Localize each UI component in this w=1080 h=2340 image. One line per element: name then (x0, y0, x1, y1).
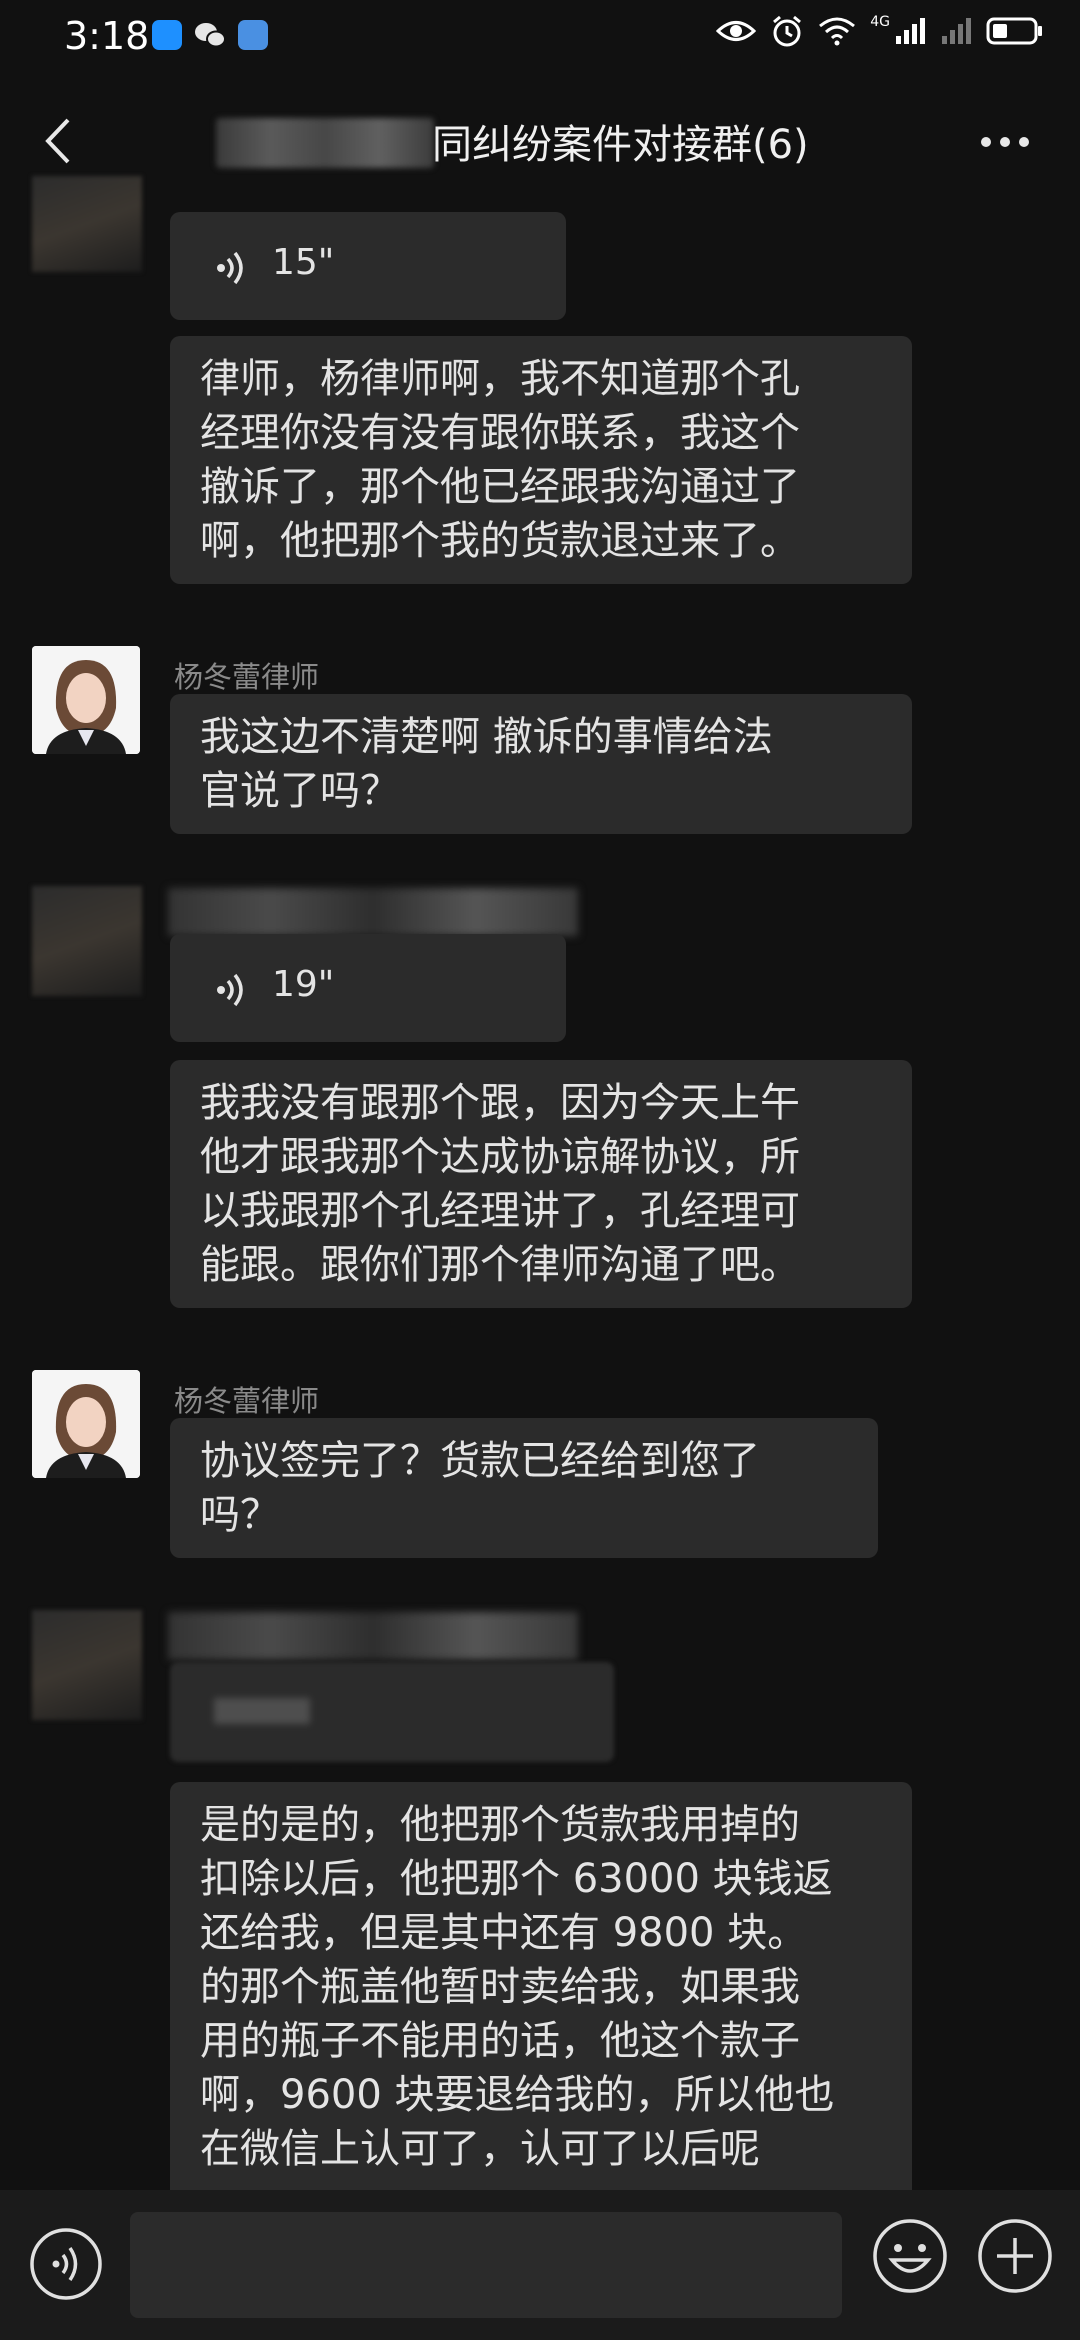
network-type: 4G (870, 14, 890, 30)
sender-name: 杨冬蕾律师 (174, 1384, 320, 1418)
redacted-sender-name (168, 1612, 578, 1660)
eye-icon (716, 21, 757, 41)
voice-message[interactable]: 19" (170, 934, 566, 1042)
emoji-icon[interactable] (870, 2216, 950, 2296)
message-line: 啊，他把那个我的货款退过来了。 (200, 518, 800, 564)
more-dots-icon[interactable] (980, 136, 1030, 148)
message-line: 在微信上认可了，认可了以后呢 (200, 2126, 760, 2172)
wechat-icon (194, 20, 226, 50)
message-line: 我这边不清楚啊 撤诉的事情给法 (200, 714, 773, 760)
signal-2-icon (942, 18, 971, 44)
message-line: 律师，杨律师啊，我不知道那个孔 (200, 356, 800, 402)
message-line: 协议签完了？货款已经给到您了 (200, 1438, 760, 1484)
text-message[interactable]: 律师，杨律师啊，我不知道那个孔 经理你没有没有跟你联系，我这个 撤诉了，那个他已… (170, 336, 912, 584)
avatar[interactable] (32, 886, 142, 996)
input-bar (0, 2190, 1080, 2340)
redacted-sender-name (168, 888, 578, 936)
status-time: 3:18 (64, 14, 150, 58)
plus-icon[interactable] (975, 2216, 1055, 2296)
message-line: 他才跟我那个达成协谅解协议，所 (200, 1134, 800, 1180)
browser-app-icon (238, 20, 268, 50)
message-line: 还给我，但是其中还有 9800 块。 (200, 1910, 808, 1956)
message-line: 用的瓶子不能用的话，他这个款子 (200, 2018, 800, 2064)
message-input[interactable] (130, 2212, 842, 2318)
redacted-message[interactable] (170, 1662, 614, 1762)
message-line: 经理你没有没有跟你联系，我这个 (200, 410, 800, 456)
avatar[interactable] (32, 646, 140, 754)
text-message[interactable]: 我这边不清楚啊 撤诉的事情给法 官说了吗？ (170, 694, 912, 834)
voice-wave-icon (217, 251, 243, 285)
text-message[interactable]: 协议签完了？货款已经给到您了 吗？ (170, 1418, 878, 1558)
chat-header: 同纠纷案件对接群(6) (0, 80, 1080, 204)
chat-title: 同纠纷案件对接群(6) (432, 122, 809, 168)
shield-app-icon (152, 20, 182, 50)
signal-icon (896, 18, 925, 44)
wifi-icon (819, 17, 856, 46)
message-line: 吗？ (200, 1492, 280, 1538)
message-line: 是的是的，他把那个货款我用掉的 (200, 1802, 800, 1848)
sender-name: 杨冬蕾律师 (174, 660, 320, 694)
message-line: 的那个瓶盖他暂时卖给我，如果我 (200, 1964, 800, 2010)
status-indicators: 4G (716, 14, 1044, 48)
message-line: 撤诉了，那个他已经跟我沟通过了 (200, 464, 800, 510)
message-line: 啊，9600 块要退给我的，所以他也 (200, 2072, 835, 2118)
redacted-title (216, 118, 434, 168)
text-message[interactable]: 我我没有跟那个跟，因为今天上午 他才跟我那个达成协谅解协议，所 以我跟那个孔经理… (170, 1060, 912, 1308)
avatar[interactable] (32, 176, 142, 272)
text-message[interactable]: 是的是的，他把那个货款我用掉的 扣除以后，他把那个 63000 块钱返 还给我，… (170, 1782, 912, 2202)
voice-wave-icon (217, 973, 243, 1007)
battery-icon (986, 17, 1042, 45)
message-line: 以我跟那个孔经理讲了，孔经理可 (200, 1188, 800, 1234)
alarm-icon (773, 15, 802, 47)
message-line: 官说了吗？ (200, 768, 400, 814)
status-bar: 3:18 4G (0, 0, 1080, 80)
voice-input-icon[interactable] (28, 2226, 104, 2302)
message-line: 扣除以后，他把那个 63000 块钱返 (200, 1856, 833, 1902)
voice-duration: 15" (272, 242, 335, 283)
voice-message[interactable]: 15" (170, 212, 566, 320)
avatar[interactable] (32, 1610, 142, 1720)
chevron-left-icon[interactable] (34, 114, 88, 168)
message-line: 我我没有跟那个跟，因为今天上午 (200, 1080, 800, 1126)
message-line: 能跟。跟你们那个律师沟通了吧。 (200, 1242, 800, 1288)
avatar[interactable] (32, 1370, 140, 1478)
voice-duration: 19" (272, 964, 335, 1005)
